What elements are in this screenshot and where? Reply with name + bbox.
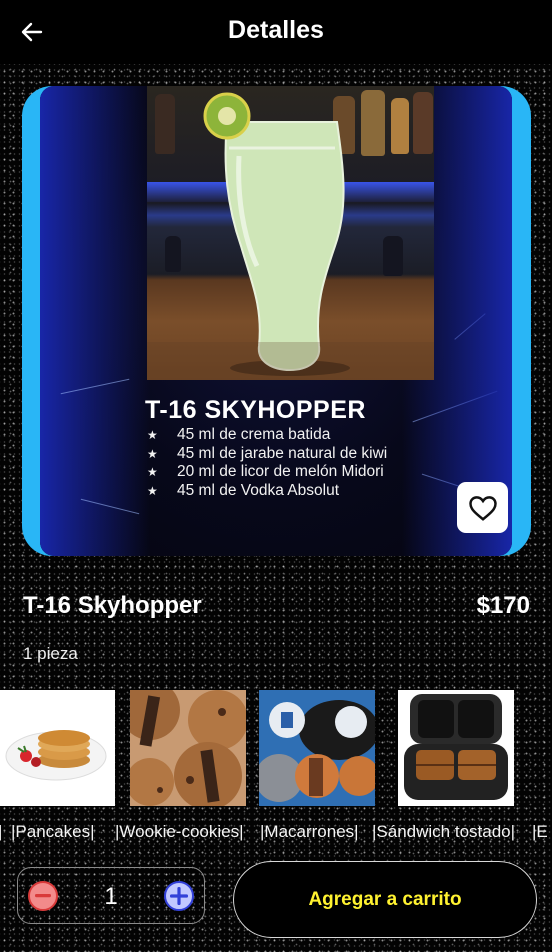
- suggestion-image-pancakes[interactable]: [0, 690, 115, 806]
- plus-circle-icon: [170, 887, 188, 905]
- list-item: ★ 45 ml de Vodka Absolut: [147, 481, 340, 499]
- poster-title: T-16 SKYHOPPER: [145, 396, 366, 424]
- star-icon: ★: [147, 446, 158, 461]
- star-icon: ★: [147, 428, 158, 442]
- suggestion-label-edge-right: |E: [532, 822, 548, 841]
- list-item: ★ 45 ml de jarabe natural de kiwi: [147, 444, 388, 462]
- app-bar: Detalles: [0, 0, 552, 64]
- product-quantity-label: 1 pieza: [23, 644, 78, 663]
- list-item: ★ 45 ml de crema batida: [147, 426, 331, 443]
- sandwich-maker-photo: [398, 690, 514, 806]
- heart-outline-icon: [468, 495, 497, 521]
- suggestion-image-sandwich-tostado[interactable]: [398, 690, 514, 806]
- product-price: $170: [476, 592, 530, 619]
- quantity-stepper: 1: [17, 867, 205, 924]
- suggestion-image-macarrones[interactable]: [259, 690, 375, 806]
- suggestion-label-sandwich-tostado[interactable]: |Sándwich tostado|: [372, 822, 515, 842]
- suggestion-image-wookie-cookies[interactable]: [130, 690, 246, 806]
- wookie-cookies-photo: [130, 690, 246, 806]
- star-icon: ★: [147, 465, 158, 480]
- list-item: ★ 20 ml de licor de melón Midori: [147, 463, 384, 481]
- pancakes-photo: [5, 730, 107, 781]
- cocktail-photo: [147, 86, 434, 380]
- increase-quantity-button[interactable]: [164, 881, 194, 911]
- add-to-cart-button[interactable]: Agregar a carrito: [233, 861, 537, 938]
- product-name: T-16 Skyhopper: [23, 592, 202, 619]
- add-to-cart-label: Agregar a carrito: [308, 888, 462, 910]
- favorite-button[interactable]: [457, 482, 508, 533]
- cocktail-glass-illustration: [147, 92, 434, 380]
- suggestion-label-pancakes[interactable]: |Pancakes|: [11, 822, 95, 842]
- macarrones-photo: [259, 690, 375, 806]
- hero-poster: T-16 SKYHOPPER ★ 45 ml de crema batida ★ 4…: [40, 86, 512, 556]
- hero-card: T-16 SKYHOPPER ★ 45 ml de crema batida ★ 4…: [22, 86, 531, 556]
- suggestion-label-macarrones[interactable]: |Macarrones|: [260, 822, 359, 842]
- page-title: Detalles: [228, 16, 324, 44]
- suggestion-label-edge-left: |: [0, 822, 3, 841]
- star-icon: ★: [147, 483, 158, 498]
- suggestion-label-wookie-cookies[interactable]: |Wookie-cookies|: [115, 822, 244, 842]
- ingredients-list: ★ 45 ml de crema batida ★ 45 ml de jarabe …: [147, 426, 387, 500]
